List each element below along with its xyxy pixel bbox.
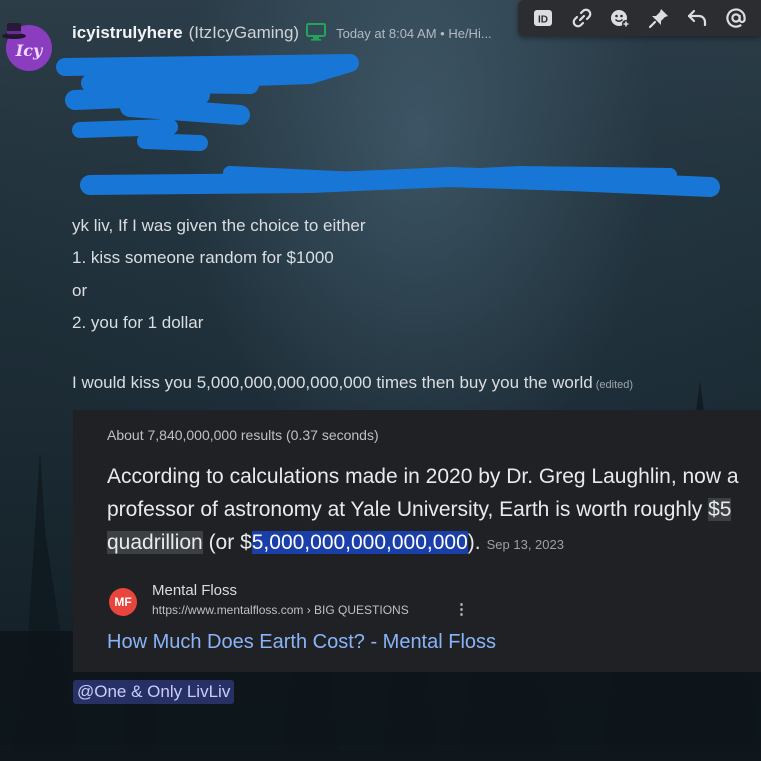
result-link-title[interactable]: How Much Does Earth Cost? - Mental Floss	[107, 631, 496, 654]
message-header: icyistrulyhere (ItzIcyGaming) Today at 8…	[72, 20, 492, 46]
desktop-icon	[306, 23, 327, 41]
link-icon[interactable]	[567, 3, 597, 33]
id-icon[interactable]: ID	[528, 3, 558, 33]
message-line-4: 2. you for 1 dollar	[72, 313, 204, 332]
edited-label: (edited)	[595, 379, 634, 391]
mention-icon[interactable]	[721, 3, 751, 33]
svg-text:ID: ID	[538, 15, 548, 26]
answer-text-2: (or $	[202, 531, 252, 554]
pin-icon[interactable]	[644, 3, 674, 33]
source-name[interactable]: Mental Floss	[152, 582, 237, 599]
username[interactable]: icyistrulyhere	[72, 23, 183, 43]
answer-text-3: ).	[467, 531, 481, 554]
message-line-3: or	[72, 281, 88, 300]
add-reaction-icon[interactable]	[605, 3, 635, 33]
search-screenshot-embed[interactable]: About 7,840,000,000 results (0.37 second…	[73, 410, 761, 672]
avatar-text: Icy	[15, 40, 43, 60]
user-mention[interactable]: @One & Only LivLiv	[73, 680, 235, 704]
source-url[interactable]: https://www.mentalfloss.com › BIG QUESTI…	[152, 603, 409, 617]
top-hat-icon	[2, 23, 26, 39]
more-options-icon[interactable]: ⋮	[454, 600, 469, 618]
bottom-divider	[0, 745, 761, 761]
nickname[interactable]: (ItzIcyGaming)	[189, 23, 300, 43]
message-line-5: I would kiss you 5,000,000,000,000,000 t…	[72, 373, 633, 393]
message-line-1: yk liv, If I was given the choice to eit…	[72, 216, 366, 235]
reply-icon[interactable]	[682, 3, 712, 33]
redaction-scribble	[56, 54, 720, 197]
message-toolbar: ID	[518, 0, 761, 36]
results-count: About 7,840,000,000 results (0.37 second…	[107, 427, 379, 443]
featured-answer: According to calculations made in 2020 b…	[107, 460, 757, 561]
timestamp[interactable]: Today at 8:04 AM • He/Hi...	[336, 26, 492, 41]
answer-text-1: According to calculations made in 2020 b…	[107, 465, 739, 521]
answer-highlight-2: 5,000,000,000,000,000	[251, 531, 468, 554]
answer-date: Sep 13, 2023	[486, 537, 564, 552]
message-line-5-text: I would kiss you 5,000,000,000,000,000 t…	[72, 373, 593, 392]
mental-floss-logo: MF	[109, 588, 137, 616]
message-line-2: 1. kiss someone random for $1000	[72, 248, 334, 267]
